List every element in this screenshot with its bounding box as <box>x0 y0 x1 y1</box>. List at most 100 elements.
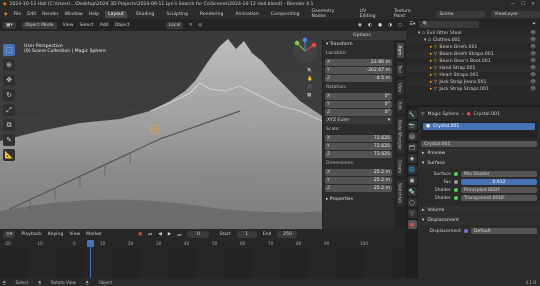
timeline-menu-playback[interactable]: Playback <box>21 232 42 237</box>
sidebar-tab-node-wrangler[interactable]: Node Wrangler <box>396 117 404 154</box>
measure-tool-icon[interactable]: 📐 <box>3 149 15 161</box>
dimensions-y-field[interactable]: Y 25.2 m <box>325 177 392 184</box>
outliner-row[interactable]: ▸ ▽ Beam Bear's Boot.001 👁 <box>406 58 540 65</box>
visibility-eye-icon[interactable]: 👁 <box>530 66 540 71</box>
workspace-tab-shading[interactable]: Shading <box>133 11 158 18</box>
camera-icon[interactable]: 🎥 <box>307 85 313 90</box>
scale-tool-icon[interactable]: ⤢ <box>3 104 15 116</box>
timeline-menu-view[interactable]: View <box>69 232 80 237</box>
modifier-tab-icon[interactable]: 🔩 <box>407 187 417 196</box>
play-icon[interactable]: ▶ <box>168 232 172 237</box>
workspace-tab-animation[interactable]: Animation <box>232 11 261 18</box>
rotation-x-field[interactable]: X 0° <box>325 93 392 100</box>
transform-tool-icon[interactable]: ⧉ <box>3 119 15 131</box>
frame-ruler[interactable]: -20 -10 0 10 20 30 40 50 60 70 80 90 100 <box>0 240 406 248</box>
zoom-icon[interactable]: 🔍 <box>307 69 313 74</box>
viewport-menu-select[interactable]: Select <box>80 23 94 28</box>
visibility-eye-icon[interactable]: 👁 <box>530 38 540 43</box>
properties-panel-header[interactable]: ▸ Properties <box>323 195 394 204</box>
dimensions-z-field[interactable]: Z 25.2 m <box>325 185 392 192</box>
sidebar-tab-create[interactable]: Create <box>396 157 404 177</box>
outliner-editor-type-icon[interactable]: ☰▾ <box>409 22 415 27</box>
surface-section-header[interactable]: ▾ Surface <box>418 159 540 168</box>
timeline-track[interactable] <box>0 248 406 278</box>
select-box-tool-icon[interactable]: ⬚ <box>3 44 15 56</box>
menu-help[interactable]: Help <box>89 12 99 17</box>
scale-y-field[interactable]: Y 72.625 <box>325 143 392 150</box>
outliner-row[interactable]: ▸ ▽ Beam Briefs Straps.001 👁 <box>406 51 540 58</box>
preview-section-header[interactable]: ▸ Preview <box>418 149 540 158</box>
visibility-eye-icon[interactable]: 👁 <box>530 59 540 64</box>
sidebar-tab-sketchfab[interactable]: Sketchfab <box>396 180 404 207</box>
outliner-row[interactable]: ▾ ▫ Evil Otter Stool 👁 <box>406 30 540 37</box>
tool-tab-icon[interactable]: 🔧 <box>407 110 417 119</box>
material-slot-list[interactable]: ● Crystal.001 <box>418 120 540 140</box>
data-tab-icon[interactable]: ▽ <box>407 209 417 218</box>
rotation-mode-dropdown[interactable]: XYZ Euler ▾ <box>325 117 392 124</box>
jump-start-icon[interactable]: ⏮ <box>148 232 152 238</box>
record-icon[interactable]: ● <box>138 232 142 237</box>
sidebar-tab-view[interactable]: View <box>396 79 404 96</box>
location-z-field[interactable]: Z -4.5 m <box>325 75 392 82</box>
shader1-field[interactable]: Principled BSDF <box>461 187 537 193</box>
scale-z-field[interactable]: Z 72.625 <box>325 151 392 158</box>
displacement-field[interactable]: Default <box>471 228 537 234</box>
surface-shader-field[interactable]: Mix Shader <box>461 171 537 177</box>
viewport-menu-object[interactable]: Object <box>115 23 130 28</box>
menu-edit[interactable]: Edit <box>27 12 36 17</box>
visibility-eye-icon[interactable]: 👁 <box>530 45 540 50</box>
timeline-area[interactable]: -20 -10 0 10 20 30 40 50 60 70 80 90 100 <box>0 240 406 278</box>
menu-file[interactable]: File <box>14 12 22 17</box>
close-button[interactable]: ✕ <box>531 2 535 7</box>
viewport-menu-add[interactable]: Add <box>100 23 109 28</box>
workspace-tab-sculpting[interactable]: Sculpting <box>163 11 190 18</box>
outliner-search-field[interactable]: 🔍 <box>419 20 480 28</box>
shading-solid-icon[interactable]: ● <box>378 23 382 28</box>
scene-selector[interactable]: Scene <box>436 10 486 18</box>
annotate-tool-icon[interactable]: ✎ <box>3 134 15 146</box>
shader2-field[interactable]: Transparent BSDF <box>461 195 537 201</box>
sidebar-tab-edit[interactable]: Edit <box>396 99 404 114</box>
material-slot-item[interactable]: ● Crystal.001 <box>423 123 535 130</box>
rotation-z-field[interactable]: Z 0° <box>325 109 392 116</box>
3d-viewport[interactable]: User Perspective (0) Scene Collection | … <box>0 31 406 236</box>
dimensions-x-field[interactable]: X 25.2 m <box>325 169 392 176</box>
timeline-menu-keying[interactable]: Keying <box>48 232 63 237</box>
visibility-icon[interactable]: ◉ <box>358 23 362 28</box>
current-frame-field[interactable]: 0 <box>187 231 210 238</box>
menu-window[interactable]: Window <box>65 12 83 17</box>
view-layer-tab-icon[interactable]: 🗂 <box>407 143 417 152</box>
viewport-menu-view[interactable]: View <box>63 23 74 28</box>
world-tab-icon[interactable]: 🌐 <box>407 165 417 174</box>
outliner-row[interactable]: ▸ ▽ Heart Straps.001 👁 <box>406 72 540 79</box>
location-x-field[interactable]: X 22.86 m <box>325 59 392 66</box>
proportional-edit-icon[interactable]: ◎ <box>198 23 202 28</box>
end-frame-field[interactable]: 250 <box>277 231 298 238</box>
workspace-tab-compositing[interactable]: Compositing <box>268 11 303 18</box>
outliner-row[interactable]: ▸ ▽ Beam Briefs.001 👁 <box>406 44 540 51</box>
sidebar-tab-item[interactable]: Item <box>396 43 404 59</box>
transform-orientation-dropdown[interactable]: Local <box>165 21 184 29</box>
visibility-eye-icon[interactable]: 👁 <box>530 52 540 57</box>
displacement-section-header[interactable]: ▾ Displacement <box>418 216 540 225</box>
visibility-eye-icon[interactable]: 👁 <box>530 31 540 36</box>
pan-hand-icon[interactable]: ✋ <box>307 77 313 82</box>
start-frame-field[interactable]: 1 <box>236 231 257 238</box>
outliner-filter-icon[interactable]: ⏷ <box>532 21 540 27</box>
options-dropdown[interactable]: Options <box>350 32 374 39</box>
visibility-eye-icon[interactable]: 👁 <box>530 87 540 92</box>
maximize-button[interactable]: ☐ <box>521 2 525 7</box>
object-mode-dropdown[interactable]: Object Mode <box>21 21 57 29</box>
blender-menu-icon[interactable]: ◆ <box>4 12 8 17</box>
rotation-y-field[interactable]: Y 0° <box>325 101 392 108</box>
timeline-menu-marker[interactable]: Marker <box>86 232 102 237</box>
transform-panel-header[interactable]: ▾ Transform <box>323 40 394 49</box>
sidebar-tab-tool[interactable]: Tool <box>396 62 404 76</box>
step-back-icon[interactable]: ◀ <box>158 232 162 237</box>
rotate-tool-icon[interactable]: ↻ <box>3 89 15 101</box>
grid-icon[interactable]: ▦ <box>307 93 313 98</box>
snap-icon[interactable]: ⌾ <box>189 22 192 28</box>
render-tab-icon[interactable]: 📷 <box>407 121 417 130</box>
cursor-tool-icon[interactable]: ⊕ <box>3 59 15 71</box>
editor-type-dropdown[interactable]: ▣▾ <box>3 21 16 29</box>
